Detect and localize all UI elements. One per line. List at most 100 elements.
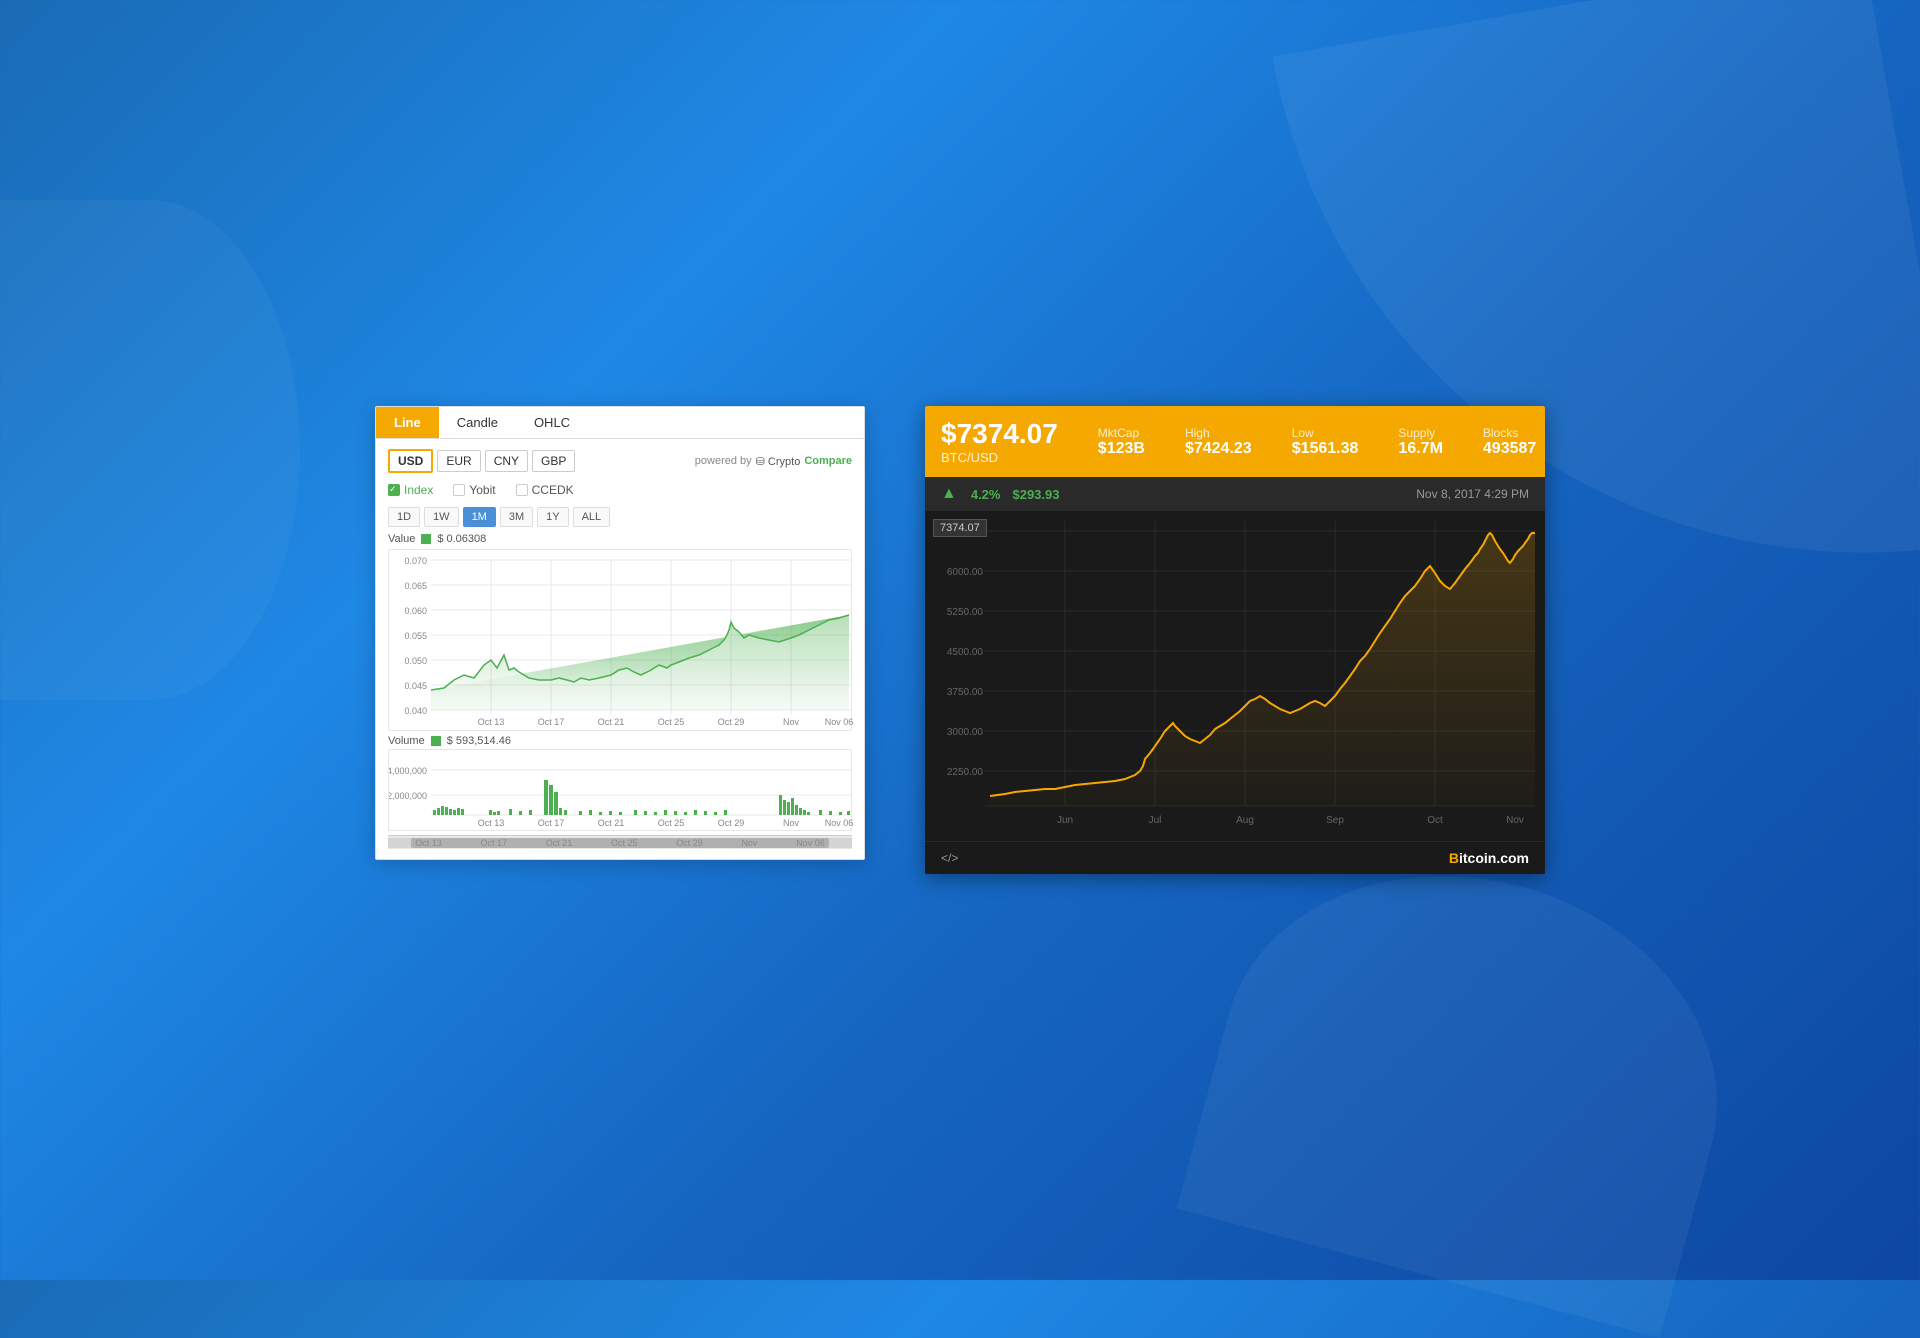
tab-line[interactable]: Line: [376, 407, 439, 438]
cc-compare-text: Compare: [804, 455, 852, 467]
scroll-thumb[interactable]: Oct 13 Oct 17 Oct 21 Oct 25 Oct 29 Nov N…: [411, 838, 829, 848]
mktcap-label: MktCap: [1098, 426, 1145, 440]
svg-text:0.045: 0.045: [404, 681, 427, 691]
btc-footer: </> Bitcoin.com: [925, 841, 1545, 874]
btc-brand: Bitcoin.com: [1449, 850, 1529, 866]
svg-text:Nov: Nov: [1506, 815, 1524, 826]
tf-1m[interactable]: 1M: [463, 507, 496, 527]
tf-3m[interactable]: 3M: [500, 507, 533, 527]
btc-timestamp: Nov 8, 2017 4:29 PM: [1416, 487, 1529, 501]
volume-label-row: Volume $ 593,514.46: [388, 735, 852, 747]
volume-chart-area: 4,000,000 2,000,000 Oct 13 Oct 17 Oct 21…: [388, 749, 852, 831]
brand-b: B: [1449, 850, 1459, 866]
btc-blocks: Blocks 493587: [1483, 426, 1536, 458]
volume-dot-icon: [431, 736, 441, 746]
low-label: Low: [1292, 426, 1359, 440]
value-amount: $ 0.06308: [437, 533, 486, 545]
scroll-track[interactable]: Oct 13 Oct 17 Oct 21 Oct 25 Oct 29 Nov N…: [388, 838, 852, 848]
low-value: $1561.38: [1292, 440, 1359, 458]
brand-rest: itcoin.com: [1459, 850, 1529, 866]
btc-mktcap: MktCap $123B: [1098, 426, 1145, 458]
tab-candle[interactable]: Candle: [439, 407, 516, 438]
btc-subheader: ▲ 4.2% $293.93 Nov 8, 2017 4:29 PM: [925, 477, 1545, 511]
svg-text:2250.00: 2250.00: [947, 767, 984, 778]
svg-text:0.065: 0.065: [404, 581, 427, 591]
volume-chart-svg: 4,000,000 2,000,000 Oct 13 Oct 17 Oct 21…: [389, 750, 855, 830]
svg-text:0.060: 0.060: [404, 606, 427, 616]
tf-1w[interactable]: 1W: [424, 507, 459, 527]
exchange-ccedk[interactable]: CCEDK: [516, 483, 574, 497]
widgets-container: Line Candle OHLC USD EUR CNY GBP powered…: [375, 406, 1545, 874]
widget-body: USD EUR CNY GBP powered by ⛁ CryptoCompa…: [376, 439, 864, 859]
tf-1y[interactable]: 1Y: [537, 507, 568, 527]
btc-low: Low $1561.38: [1292, 426, 1359, 458]
svg-text:Oct 25: Oct 25: [658, 818, 685, 828]
svg-text:Oct 13: Oct 13: [478, 818, 505, 828]
svg-text:0.070: 0.070: [404, 556, 427, 566]
exchange-yobit[interactable]: Yobit: [453, 483, 495, 497]
svg-text:4500.00: 4500.00: [947, 647, 984, 658]
svg-text:5250.00: 5250.00: [947, 607, 984, 618]
powered-by: powered by ⛁ CryptoCompare: [695, 455, 852, 468]
svg-text:Oct 29: Oct 29: [718, 717, 745, 727]
price-chart-area: 0.070 0.065 0.060 0.055 0.050 0.045 0.04…: [388, 549, 852, 731]
svg-text:0.040: 0.040: [404, 706, 427, 716]
ccedk-label: CCEDK: [532, 483, 574, 497]
btc-supply: Supply 16.7M: [1398, 426, 1442, 458]
currency-eur[interactable]: EUR: [437, 450, 480, 472]
value-dot-icon: [421, 534, 431, 544]
svg-text:Nov: Nov: [783, 717, 800, 727]
index-label: Index: [404, 483, 433, 497]
currency-row: USD EUR CNY GBP powered by ⛁ CryptoCompa…: [388, 449, 852, 473]
supply-value: 16.7M: [1398, 440, 1442, 458]
svg-text:Oct 21: Oct 21: [598, 717, 625, 727]
svg-text:0.055: 0.055: [404, 631, 427, 641]
svg-text:Nov 06: Nov 06: [825, 717, 854, 727]
index-checkbox-icon: [388, 484, 400, 496]
svg-text:Oct 17: Oct 17: [538, 818, 565, 828]
mktcap-value: $123B: [1098, 440, 1145, 458]
blocks-label: Blocks: [1483, 426, 1536, 440]
value-text: Value: [388, 533, 415, 545]
svg-text:Aug: Aug: [1236, 815, 1254, 826]
svg-text:Oct 29: Oct 29: [718, 818, 745, 828]
change-amount: $293.93: [1012, 487, 1059, 502]
tf-1d[interactable]: 1D: [388, 507, 420, 527]
volume-text: Volume: [388, 735, 425, 747]
btc-price: $7374.07: [941, 418, 1058, 450]
change-pct: 4.2%: [971, 487, 1001, 502]
svg-text:Oct: Oct: [1427, 815, 1443, 826]
svg-text:Nov: Nov: [783, 818, 800, 828]
svg-text:Sep: Sep: [1326, 815, 1344, 826]
tab-ohlc[interactable]: OHLC: [516, 407, 588, 438]
currency-cny[interactable]: CNY: [485, 450, 528, 472]
price-chart-svg: 0.070 0.065 0.060 0.055 0.050 0.045 0.04…: [389, 550, 855, 730]
change-arrow-icon: ▲: [941, 485, 957, 503]
supply-label: Supply: [1398, 426, 1442, 440]
svg-text:2,000,000: 2,000,000: [389, 791, 427, 801]
svg-text:3000.00: 3000.00: [947, 727, 984, 738]
high-value: $7424.23: [1185, 440, 1252, 458]
svg-text:Jul: Jul: [1149, 815, 1162, 826]
high-label: High: [1185, 426, 1252, 440]
powered-by-text: powered by: [695, 455, 752, 467]
currency-usd[interactable]: USD: [388, 449, 433, 473]
btc-pair: BTC/USD: [941, 450, 1058, 465]
btc-header: $7374.07 BTC/USD MktCap $123B High $7424…: [925, 406, 1545, 477]
svg-text:Oct 17: Oct 17: [538, 717, 565, 727]
timeframe-row: 1D 1W 1M 3M 1Y ALL: [388, 507, 852, 527]
scroll-bar[interactable]: Oct 13 Oct 17 Oct 21 Oct 25 Oct 29 Nov N…: [388, 835, 852, 849]
right-widget: $7374.07 BTC/USD MktCap $123B High $7424…: [925, 406, 1545, 874]
btc-chart-svg: 6750.00 6000.00 5250.00 4500.00 3750.00 …: [925, 511, 1545, 841]
svg-text:Oct 21: Oct 21: [598, 818, 625, 828]
svg-text:6000.00: 6000.00: [947, 567, 984, 578]
exchange-row: Index Yobit CCEDK: [388, 483, 852, 497]
embed-icon[interactable]: </>: [941, 851, 958, 865]
svg-text:4,000,000: 4,000,000: [389, 766, 427, 776]
price-tag: 7374.07: [933, 519, 987, 537]
exchange-index[interactable]: Index: [388, 483, 433, 497]
currency-gbp[interactable]: GBP: [532, 450, 575, 472]
ccedk-checkbox-icon: [516, 484, 528, 496]
tf-all[interactable]: ALL: [573, 507, 611, 527]
btc-price-block: $7374.07 BTC/USD: [941, 418, 1058, 465]
